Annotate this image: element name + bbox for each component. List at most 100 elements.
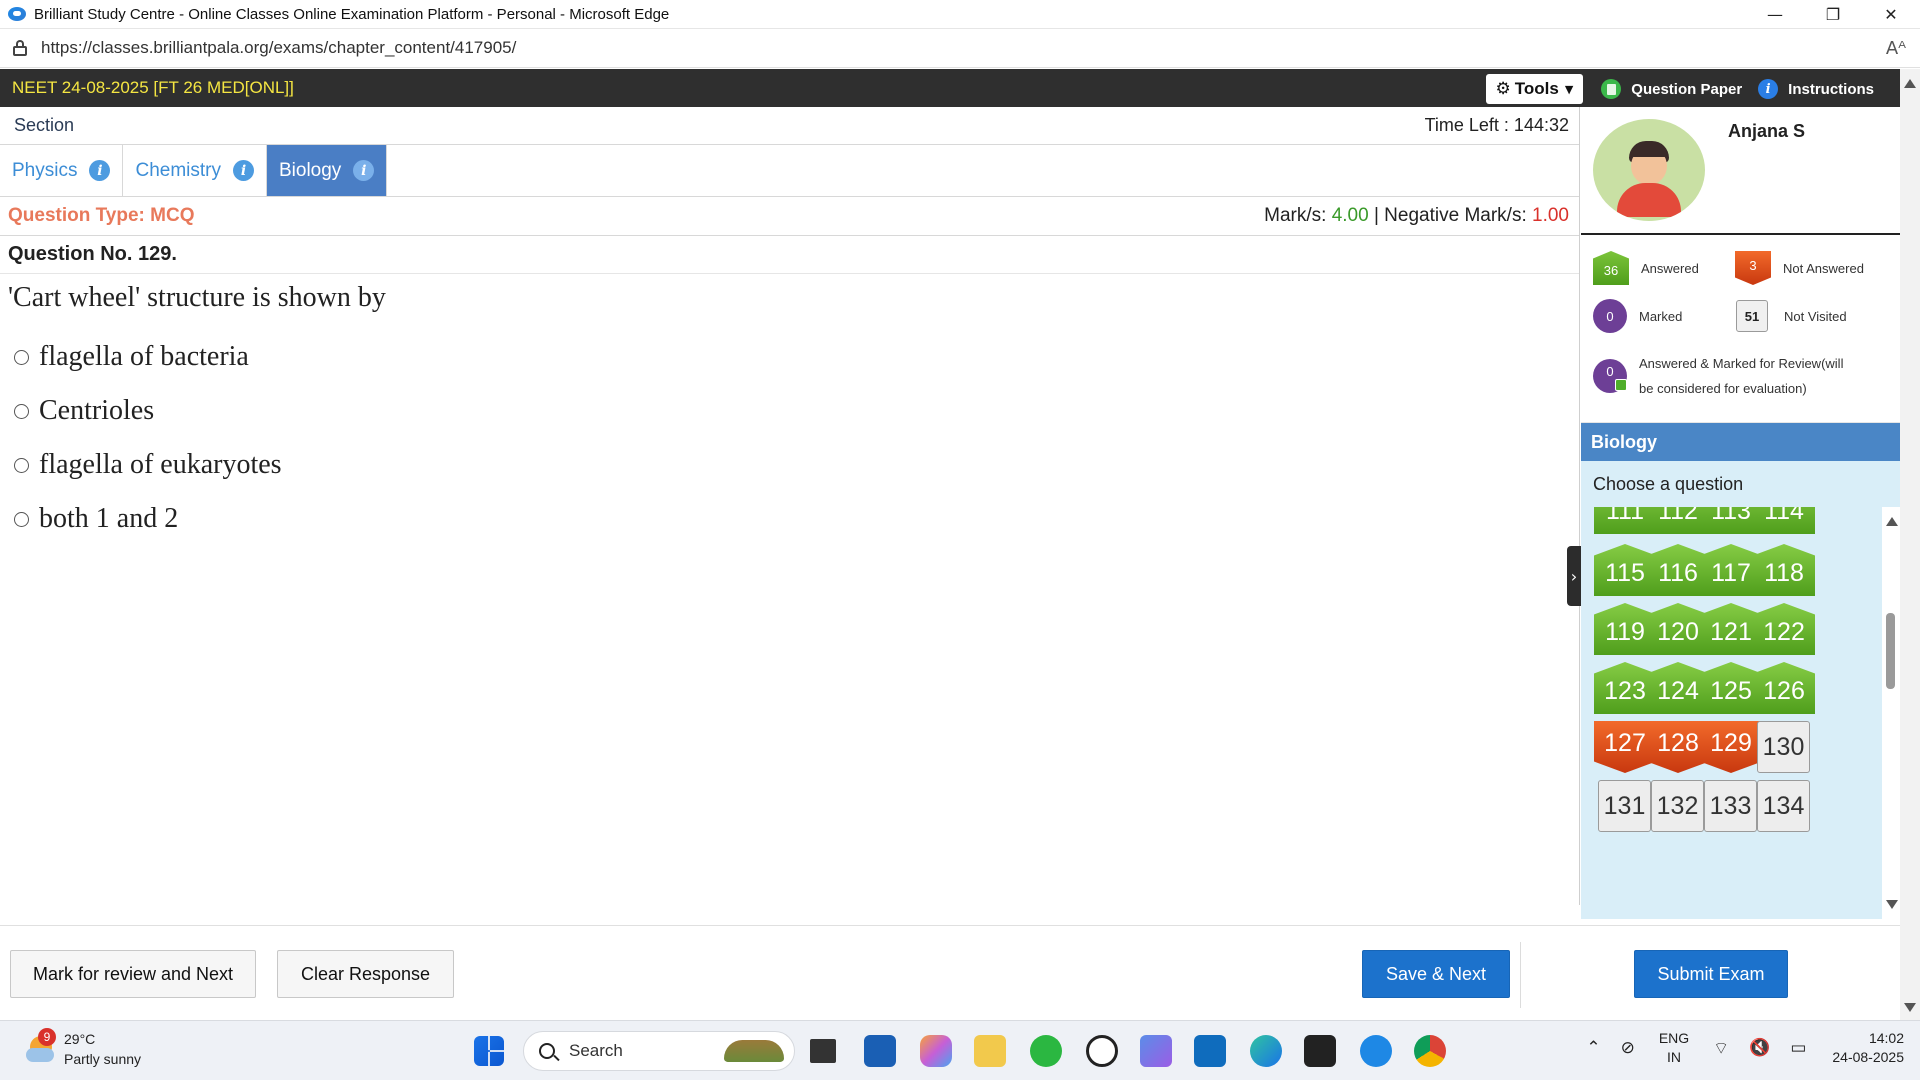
scroll-down-icon[interactable] <box>1904 1003 1916 1012</box>
tab-biology[interactable]: Biology i <box>266 145 388 196</box>
dell-icon[interactable] <box>1086 1035 1118 1067</box>
meeting-app-icon[interactable] <box>1360 1035 1392 1067</box>
question-button-130[interactable]: 130 <box>1757 721 1810 773</box>
answered-marked-count: 0 <box>1606 363 1614 379</box>
network-off-icon[interactable]: ⊘ <box>1621 1038 1635 1058</box>
question-button-131[interactable]: 131 <box>1598 780 1651 832</box>
tab-physics[interactable]: Physics i <box>0 145 124 196</box>
chevron-up-icon[interactable]: ⌃ <box>1586 1038 1600 1058</box>
question-button-120[interactable]: 120 <box>1647 603 1709 655</box>
volume-muted-icon[interactable]: 🔇 <box>1749 1038 1770 1058</box>
edge-logo-icon <box>8 7 26 21</box>
instructions-label: Instructions <box>1788 80 1874 98</box>
chrome-icon[interactable] <box>1414 1035 1446 1067</box>
info-icon[interactable]: i <box>89 160 111 181</box>
taskbar-search[interactable]: Search <box>523 1031 795 1071</box>
answered-marked-badge: 0 <box>1593 359 1627 393</box>
copilot-icon[interactable] <box>920 1035 952 1067</box>
scroll-thumb[interactable] <box>1886 613 1895 689</box>
maximize-button[interactable]: ❐ <box>1804 0 1862 29</box>
language-indicator[interactable]: ENG IN <box>1659 1029 1689 1067</box>
chevron-right-icon: › <box>1570 566 1578 586</box>
clock[interactable]: 14:02 24-08-2025 <box>1832 1029 1904 1067</box>
submit-exam-button[interactable]: Submit Exam <box>1634 950 1788 998</box>
address-bar[interactable]: https://classes.brilliantpala.org/exams/… <box>0 29 1920 68</box>
mark-review-button[interactable]: Mark for review and Next <box>10 950 256 998</box>
question-button-113[interactable]: 113 <box>1700 507 1762 534</box>
question-paper-button[interactable]: Question Paper <box>1601 79 1742 99</box>
question-button-127[interactable]: 127 <box>1594 721 1656 773</box>
page-scrollbar[interactable] <box>1900 69 1920 1020</box>
url-text[interactable]: https://classes.brilliantpala.org/exams/… <box>41 38 516 58</box>
option-radio[interactable] <box>14 403 29 419</box>
option-radio[interactable] <box>14 457 29 473</box>
options-list: flagella of bacteria Centrioles flagella… <box>0 326 1579 546</box>
question-button-123[interactable]: 123 <box>1594 662 1656 714</box>
whatsapp-icon[interactable] <box>1030 1035 1062 1067</box>
clear-response-button[interactable]: Clear Response <box>277 950 454 998</box>
wifi-icon[interactable]: ⌔ <box>1713 1038 1729 1059</box>
question-button-111[interactable]: 111 <box>1594 507 1656 534</box>
legend-label: Answered & Marked for Review(will be con… <box>1639 356 1844 396</box>
question-button-128[interactable]: 128 <box>1647 721 1709 773</box>
minimize-button[interactable]: — <box>1746 0 1804 29</box>
start-icon[interactable] <box>474 1036 504 1066</box>
option-radio[interactable] <box>14 349 29 365</box>
palette-scrollbar[interactable] <box>1882 507 1900 919</box>
negative-marks: 1.00 <box>1532 205 1569 226</box>
marks-prefix: Mark/s: <box>1264 205 1332 226</box>
question-button-133[interactable]: 133 <box>1704 780 1757 832</box>
lock-icon[interactable] <box>13 40 27 56</box>
scroll-down-icon[interactable] <box>1886 900 1898 909</box>
battery-icon[interactable]: ▭ <box>1790 1038 1806 1058</box>
close-button[interactable]: ✕ <box>1862 0 1920 29</box>
question-button-122[interactable]: 122 <box>1753 603 1815 655</box>
read-aloud-icon[interactable]: Aᴬ <box>1886 38 1906 59</box>
panel-toggle-button[interactable]: › <box>1567 546 1581 606</box>
question-button-115[interactable]: 115 <box>1594 544 1656 596</box>
outlook-icon[interactable] <box>1194 1035 1226 1067</box>
store-icon[interactable] <box>864 1035 896 1067</box>
question-button-126[interactable]: 126 <box>1753 662 1815 714</box>
question-button-124[interactable]: 124 <box>1647 662 1709 714</box>
option-3[interactable]: flagella of eukaryotes <box>14 438 1579 492</box>
tab-chemistry[interactable]: Chemistry i <box>123 145 267 196</box>
question-button-117[interactable]: 117 <box>1700 544 1762 596</box>
section-row: Section Time Left : 144:32 <box>0 107 1579 145</box>
save-next-button[interactable]: Save & Next <box>1362 950 1510 998</box>
option-4[interactable]: both 1 and 2 <box>14 492 1579 546</box>
question-button-116[interactable]: 116 <box>1647 544 1709 596</box>
edge-icon[interactable] <box>1250 1035 1282 1067</box>
task-view-icon[interactable] <box>810 1039 836 1063</box>
question-button-132[interactable]: 132 <box>1651 780 1704 832</box>
question-button-118[interactable]: 118 <box>1753 544 1815 596</box>
profile-box: Anjana S <box>1581 107 1900 235</box>
weather-widget[interactable]: 9 29°C Partly sunny <box>24 1028 141 1069</box>
option-2[interactable]: Centrioles <box>14 384 1579 438</box>
palette-subject: Biology <box>1581 423 1900 461</box>
info-icon[interactable]: i <box>353 160 375 181</box>
language-code: ENG <box>1658 1030 1690 1046</box>
question-button-121[interactable]: 121 <box>1700 603 1762 655</box>
question-button-125[interactable]: 125 <box>1700 662 1762 714</box>
action-bar: Mark for review and Next Clear Response … <box>0 925 1900 1020</box>
question-button-114[interactable]: 114 <box>1753 507 1815 534</box>
scroll-up-icon[interactable] <box>1904 79 1916 88</box>
option-radio[interactable] <box>14 511 29 527</box>
question-button-112[interactable]: 112 <box>1647 507 1709 534</box>
option-1[interactable]: flagella of bacteria <box>14 330 1579 384</box>
office-icon[interactable] <box>1140 1035 1172 1067</box>
webex-icon[interactable] <box>1304 1035 1336 1067</box>
tools-button[interactable]: ⚙ Tools ▼ <box>1485 74 1584 104</box>
info-icon[interactable]: i <box>232 160 254 181</box>
file-explorer-icon[interactable] <box>974 1035 1006 1067</box>
date: 24-08-2025 <box>1832 1049 1904 1065</box>
question-button-119[interactable]: 119 <box>1594 603 1656 655</box>
question-button-134[interactable]: 134 <box>1757 780 1810 832</box>
legend-label: Answered <box>1641 260 1699 276</box>
instructions-button[interactable]: i Instructions <box>1758 79 1874 99</box>
search-highlight-icon <box>724 1040 784 1062</box>
question-button-129[interactable]: 129 <box>1700 721 1762 773</box>
scroll-up-icon[interactable] <box>1886 517 1898 526</box>
legend-label: Not Answered <box>1783 260 1864 276</box>
